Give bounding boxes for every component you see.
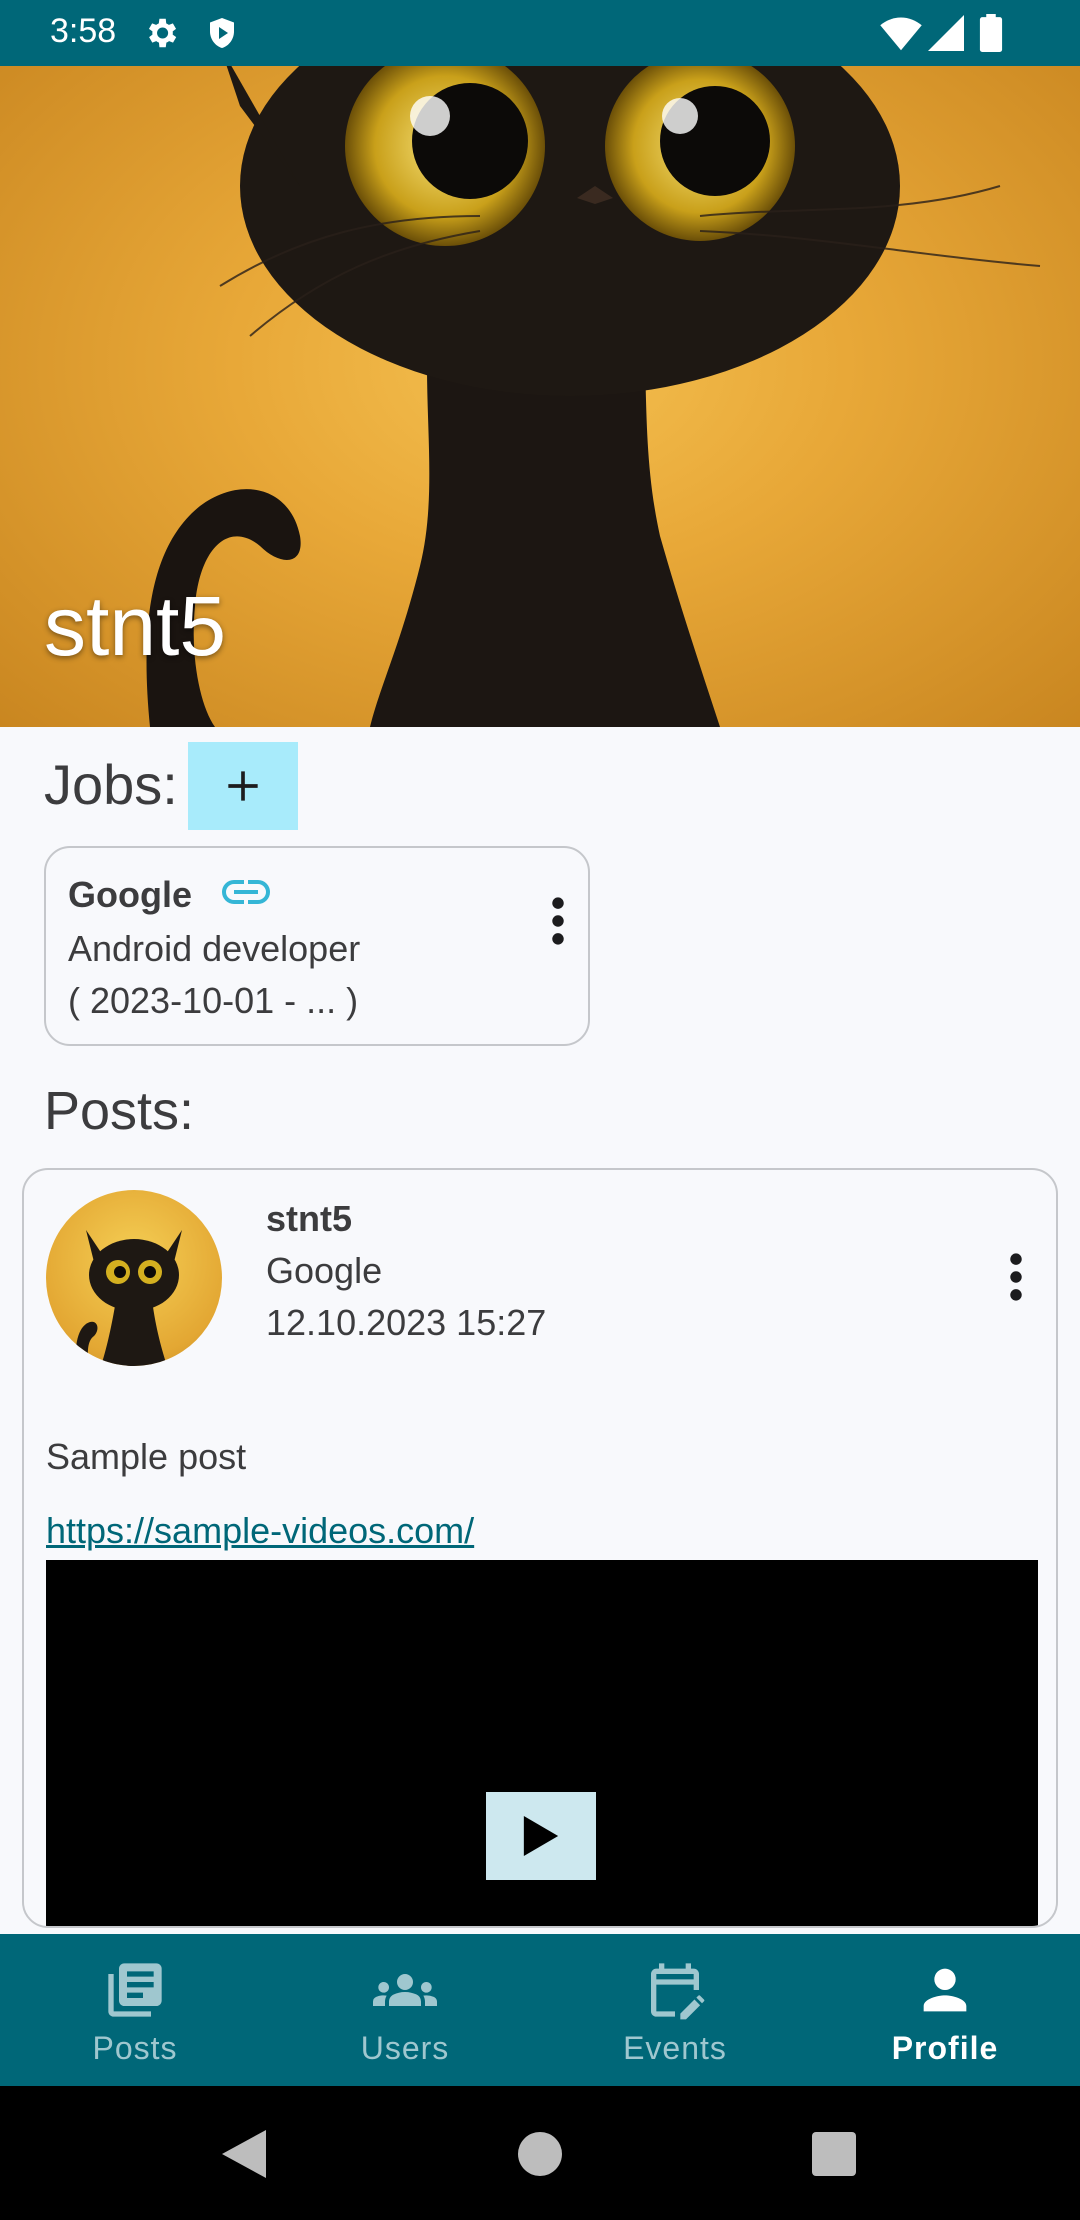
status-time: 3:58 (50, 12, 117, 50)
post-date: 12.10.2023 15:27 (266, 1302, 547, 1343)
signal-icon (928, 15, 964, 51)
play-icon (523, 1816, 559, 1856)
wifi-icon (880, 17, 922, 51)
system-navigation-bar (0, 2086, 1080, 2220)
gear-icon (148, 18, 177, 48)
events-icon (651, 1963, 705, 2020)
posts-title: Posts: (44, 1081, 195, 1141)
jobs-title: Jobs: (44, 753, 178, 816)
plus-icon (228, 771, 258, 801)
nav-item-events[interactable]: Events (540, 1934, 810, 2086)
profile-name: stnt5 (44, 579, 227, 673)
nav-label-users: Users (360, 2030, 450, 2066)
job-card: Google Android developer ( 2023-10-01 - … (44, 846, 590, 1046)
posts-icon (108, 1963, 162, 2017)
job-position: Android developer (68, 928, 361, 969)
status-bar: 3:58 (0, 0, 1080, 66)
video-player[interactable] (46, 1560, 1038, 1926)
avatar[interactable] (46, 1190, 222, 1366)
users-icon (373, 1974, 437, 2006)
post-author: stnt5 (266, 1198, 353, 1239)
cat-avatar-image (75, 1230, 182, 1366)
job-company: Google (68, 874, 192, 915)
post-link[interactable]: https://sample-videos.com/ (46, 1510, 474, 1552)
nav-label-profile: Profile (891, 2030, 999, 2066)
post-card: stnt5 Google 12.10.2023 15:27 Sample pos… (22, 1168, 1058, 1928)
nav-item-profile[interactable]: Profile (810, 1934, 1080, 2086)
post-more-menu-icon[interactable] (1004, 1252, 1028, 1302)
bottom-navigation: Posts Users Events Profile (0, 1934, 1080, 2086)
recents-icon[interactable] (812, 2132, 856, 2176)
job-period: ( 2023-10-01 - ... ) (68, 980, 359, 1021)
post-author-job: Google (266, 1250, 383, 1291)
home-icon[interactable] (518, 2132, 562, 2176)
nav-item-users[interactable]: Users (270, 1934, 540, 2086)
profile-icon (923, 1968, 967, 2012)
back-icon[interactable] (222, 2130, 266, 2178)
profile-cover-image: stnt5 (0, 66, 1080, 727)
nav-label-posts: Posts (92, 2030, 178, 2066)
shield-play-icon (210, 18, 234, 48)
job-more-menu-icon[interactable] (546, 896, 570, 946)
post-text: Sample post (46, 1436, 247, 1477)
play-button[interactable] (486, 1792, 596, 1880)
nav-item-posts[interactable]: Posts (0, 1934, 270, 2086)
battery-icon (979, 14, 1003, 52)
link-icon[interactable] (216, 874, 276, 910)
nav-label-events: Events (623, 2030, 727, 2066)
add-job-button[interactable] (188, 742, 298, 830)
